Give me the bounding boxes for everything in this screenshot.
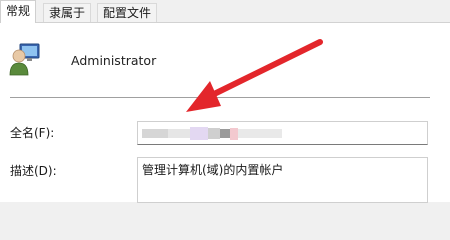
divider <box>10 97 430 98</box>
description-field[interactable]: 管理计算机(域)的内置帐户 <box>137 157 428 203</box>
tab-member-of[interactable]: 隶属于 <box>43 3 92 22</box>
tab-bar: 常规 隶属于 配置文件 <box>0 0 450 23</box>
general-panel: Administrator 全名(F): 描述(D): 管理计算机(域)的内置帐… <box>0 22 450 203</box>
description-label: 描述(D): <box>10 164 57 178</box>
redacted-value <box>142 127 282 140</box>
tab-profile[interactable]: 配置文件 <box>97 3 158 22</box>
user-computer-icon <box>9 43 40 76</box>
fullname-label: 全名(F): <box>10 126 55 140</box>
account-name: Administrator <box>71 53 157 68</box>
tab-general[interactable]: 常规 <box>0 0 37 23</box>
fullname-field[interactable] <box>137 121 428 145</box>
